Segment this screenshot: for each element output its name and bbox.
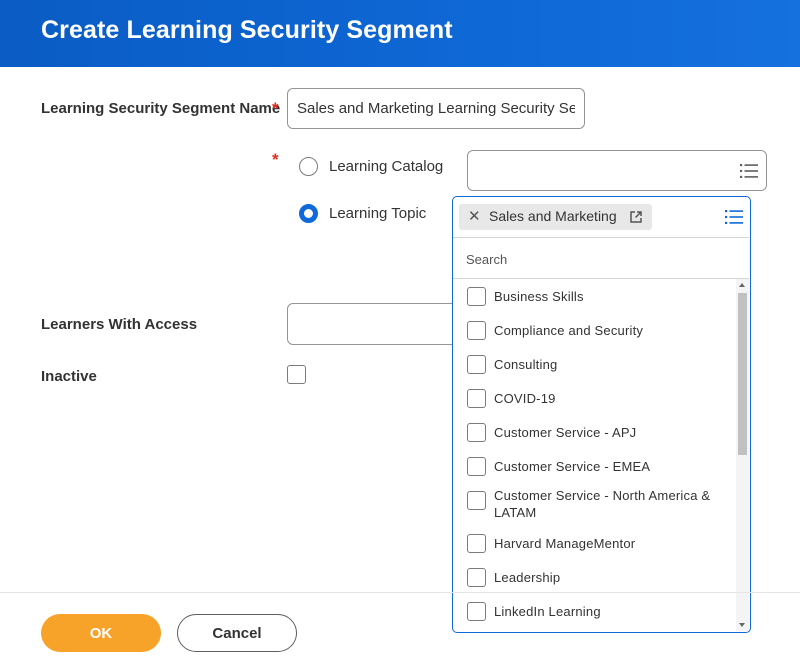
- inactive-checkbox[interactable]: [287, 365, 306, 384]
- source-required-mark: *: [272, 150, 279, 169]
- learning-catalog-prompt[interactable]: [467, 150, 767, 191]
- radio-label: Learning Catalog: [329, 158, 444, 175]
- segment-name-required-mark: *: [272, 99, 279, 118]
- ok-button[interactable]: OK: [41, 614, 161, 652]
- learners-label: Learners With Access: [41, 316, 198, 333]
- topic-checkbox[interactable]: [467, 287, 486, 306]
- selected-topic-label: Sales and Marketing: [489, 208, 617, 224]
- selected-topic-pill: ✕ Sales and Marketing: [459, 204, 652, 230]
- topic-option-label: Compliance and Security: [494, 323, 644, 338]
- radio-button-selected[interactable]: [299, 204, 318, 223]
- topic-list-scrollbar[interactable]: [736, 279, 749, 631]
- page-header: Create Learning Security Segment: [0, 0, 800, 67]
- topic-option-label: Harvard ManageMentor: [494, 536, 636, 551]
- footer-divider: [0, 592, 800, 593]
- topic-checkbox[interactable]: [467, 457, 486, 476]
- topic-option-label: Consulting: [494, 357, 558, 372]
- learners-input[interactable]: [287, 303, 467, 345]
- topic-option-label: Customer Service - North America & LATAM: [494, 488, 711, 520]
- radio-button[interactable]: [299, 157, 318, 176]
- learning-topic-dropdown[interactable]: ✕ Sales and Marketing Business Skills Co…: [452, 196, 751, 633]
- topic-option-label: Customer Service - EMEA: [494, 459, 651, 474]
- scrollbar-thumb[interactable]: [738, 293, 747, 455]
- topic-checkbox[interactable]: [467, 389, 486, 408]
- close-icon[interactable]: ✕: [468, 207, 481, 225]
- topic-option-label: Business Skills: [494, 289, 584, 304]
- list-icon[interactable]: [740, 164, 758, 178]
- segment-name-input[interactable]: [287, 88, 585, 129]
- segment-name-label: Learning Security Segment Name: [41, 100, 281, 117]
- topic-checkbox[interactable]: [467, 321, 486, 340]
- topic-search-input[interactable]: [466, 249, 736, 269]
- topic-checkbox[interactable]: [467, 534, 486, 553]
- topic-option-label: LinkedIn Learning: [494, 604, 601, 619]
- topic-option-label: Customer Service - APJ: [494, 425, 637, 440]
- scroll-down-arrow-icon[interactable]: [739, 623, 745, 627]
- external-link-icon[interactable]: [629, 210, 643, 224]
- topic-checkbox[interactable]: [467, 423, 486, 442]
- page-title: Create Learning Security Segment: [41, 16, 453, 44]
- topic-option-list: Business Skills Compliance and Security …: [453, 279, 735, 631]
- topic-checkbox[interactable]: [467, 602, 486, 621]
- topic-search-row: [453, 237, 749, 279]
- cancel-button[interactable]: Cancel: [177, 614, 297, 652]
- topic-option-label: Leadership: [494, 570, 561, 585]
- topic-option-label: COVID-19: [494, 391, 556, 406]
- scroll-up-arrow-icon[interactable]: [739, 283, 745, 287]
- topic-checkbox[interactable]: [467, 491, 486, 510]
- topic-checkbox[interactable]: [467, 355, 486, 374]
- topic-checkbox[interactable]: [467, 568, 486, 587]
- radio-label: Learning Topic: [329, 205, 427, 222]
- inactive-label: Inactive: [41, 368, 97, 385]
- list-icon[interactable]: [725, 210, 743, 224]
